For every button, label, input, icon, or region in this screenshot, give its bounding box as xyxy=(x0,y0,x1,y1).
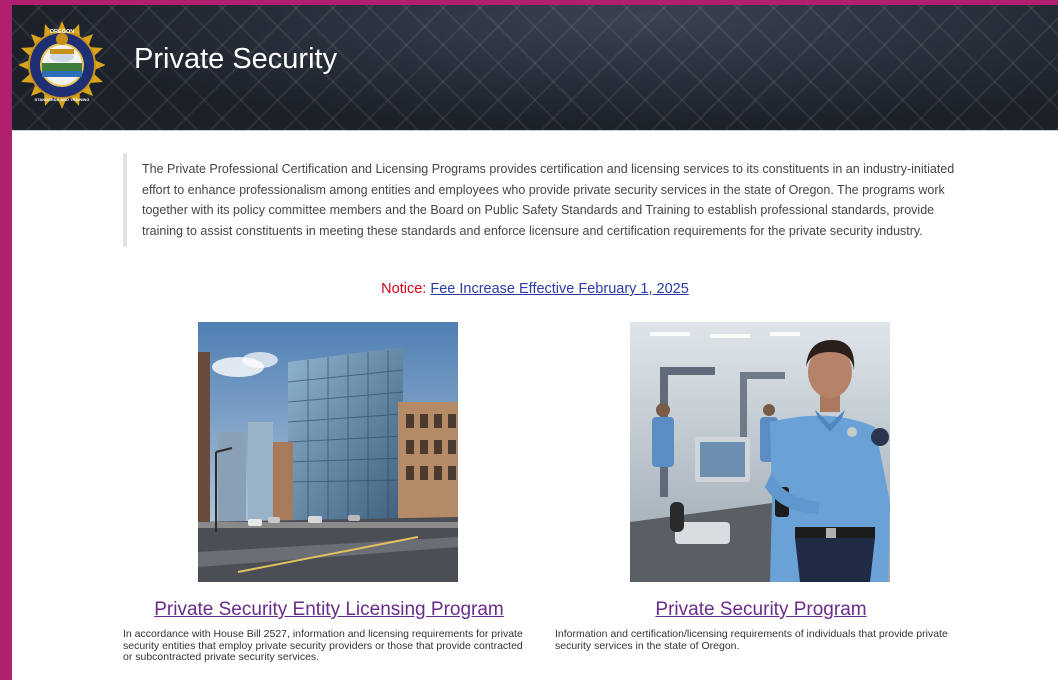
notice-label: Notice: xyxy=(381,281,427,297)
entity-licensing-photo[interactable] xyxy=(198,322,458,582)
dpsst-seal-logo[interactable]: OREGON STANDARDS AND TRAINING xyxy=(19,15,105,111)
entity-licensing-description: In accordance with House Bill 2527, info… xyxy=(123,628,523,663)
notice-line: Notice: Fee Increase Effective February … xyxy=(12,281,1058,297)
fee-increase-link[interactable]: Fee Increase Effective February 1, 2025 xyxy=(430,281,688,297)
seal-bottom-text: STANDARDS AND TRAINING xyxy=(35,97,90,102)
seal-top-text: OREGON xyxy=(50,29,74,35)
private-security-program-description: Information and certification/licensing … xyxy=(555,628,948,652)
security-officer-photo[interactable] xyxy=(630,322,890,582)
header-banner: OREGON STANDARDS AND TRAINING Private Se… xyxy=(12,5,1058,131)
page-frame: OREGON STANDARDS AND TRAINING Private Se… xyxy=(12,5,1058,680)
private-security-program-link[interactable]: Private Security Program xyxy=(544,599,978,621)
entity-licensing-program-link[interactable]: Private Security Entity Licensing Progra… xyxy=(113,599,545,621)
page-title: Private Security xyxy=(134,43,338,75)
intro-blockquote: The Private Professional Certification a… xyxy=(123,153,962,247)
